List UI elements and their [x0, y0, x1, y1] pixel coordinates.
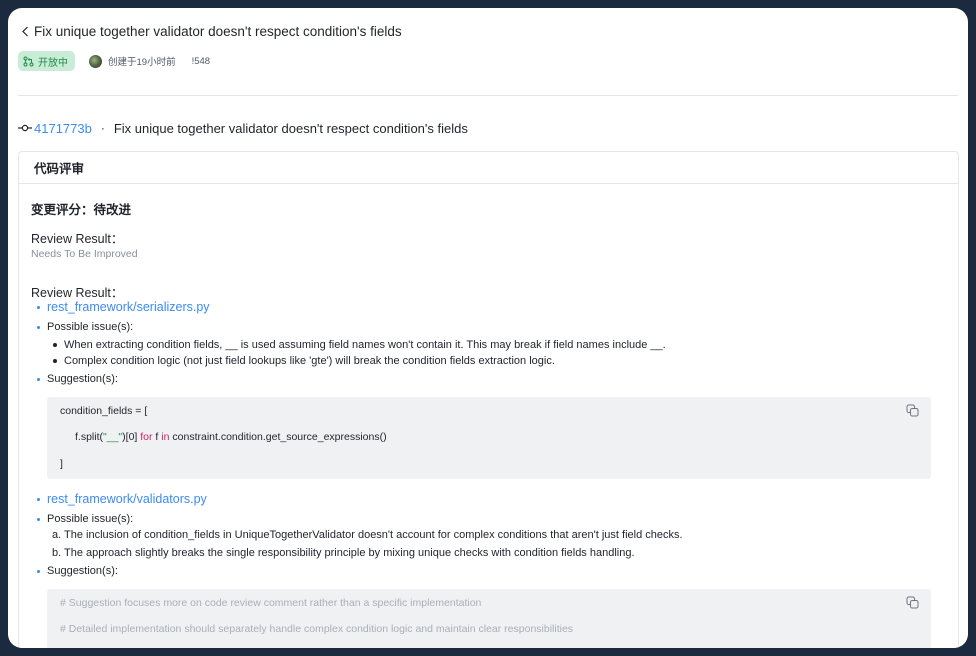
mr-header: Fix unique together validator doesn't re… [18, 22, 958, 71]
file-link[interactable]: rest_framework/validators.py [47, 492, 207, 506]
status-badge: 开放中 [18, 51, 75, 71]
copy-icon[interactable] [906, 596, 919, 609]
commit-icon [18, 124, 32, 132]
list-item: a. The inclusion of condition_fields in … [52, 529, 683, 541]
commit-row: 4171773b · Fix unique together validator… [18, 119, 468, 137]
list-item: Complex condition logic (not just field … [53, 355, 555, 367]
avatar[interactable] [89, 54, 102, 68]
mr-id: !548 [191, 55, 211, 67]
list-item: Suggestion(s): [37, 565, 118, 577]
commit-hash-link[interactable]: 4171773b [34, 121, 92, 136]
back-chevron-icon[interactable] [18, 24, 32, 38]
code-line: f.split("__")[0] for f in constraint.con… [75, 431, 387, 443]
page-title: Fix unique together validator doesn't re… [34, 23, 402, 39]
created-time: 创建于19小时前 [108, 57, 176, 68]
list-item: Possible issue(s): [37, 513, 133, 525]
review-result-label: Review Result： [31, 232, 124, 246]
copy-icon[interactable] [906, 404, 919, 417]
code-line: ] [60, 458, 63, 470]
code-line: # Detailed implementation should separat… [60, 623, 574, 635]
list-item: rest_framework/serializers.py [37, 300, 210, 314]
code-line: # Suggestion focuses more on code review… [60, 597, 482, 609]
list-item: b. The approach slightly breaks the sing… [52, 547, 635, 559]
suggestion-label: Suggestion(s): [47, 565, 118, 577]
card-title: 代码评审 [19, 152, 958, 184]
issues-label: Possible issue(s): [47, 513, 134, 525]
title-row: Fix unique together validator doesn't re… [18, 22, 958, 40]
change-score: 变更评分：待改进 [31, 203, 132, 217]
suggestion-label: Suggestion(s): [47, 373, 118, 385]
commit-message: Fix unique together validator doesn't re… [113, 120, 468, 136]
issue-text: b. The approach slightly breaks the sing… [52, 547, 635, 559]
list-item: Possible issue(s): [37, 321, 133, 333]
app-window: Fix unique together validator doesn't re… [8, 8, 968, 648]
status-label: 开放中 [38, 57, 68, 69]
meta-row: 开放中 创建于19小时前 !548 [18, 51, 958, 71]
code-block: condition_fields = [ f.split("__")[0] fo… [47, 397, 931, 479]
code-line: condition_fields = [ [60, 405, 148, 417]
review-result-value: Needs To Be Improved [31, 248, 138, 260]
issue-text: a. The inclusion of condition_fields in … [52, 529, 683, 541]
list-item: When extracting condition fields, __ is … [53, 339, 666, 351]
separator: · [100, 121, 105, 135]
issue-text: Complex condition logic (not just field … [64, 355, 555, 367]
list-item: rest_framework/validators.py [37, 492, 207, 506]
code-block: # Suggestion focuses more on code review… [47, 589, 931, 648]
review-result-label: Review Result： [31, 286, 124, 300]
issue-text: When extracting condition fields, __ is … [64, 339, 666, 351]
file-link[interactable]: rest_framework/serializers.py [47, 300, 210, 314]
list-item: Suggestion(s): [37, 373, 118, 385]
divider [18, 95, 958, 96]
issues-label: Possible issue(s): [47, 321, 134, 333]
merge-request-icon [23, 56, 34, 66]
code-review-card: 代码评审 变更评分：待改进 Review Result： Needs To Be… [18, 151, 959, 648]
